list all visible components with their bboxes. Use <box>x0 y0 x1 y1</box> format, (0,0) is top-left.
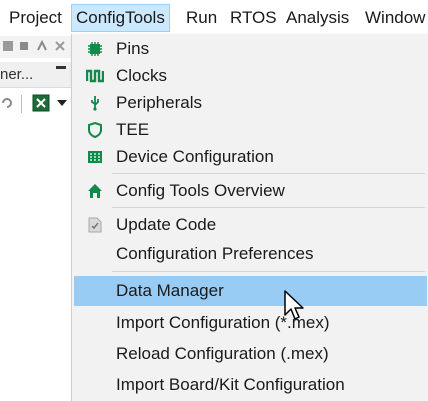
menu-separator <box>112 173 425 174</box>
chevron-down-icon[interactable] <box>57 100 67 106</box>
home-icon <box>86 182 104 200</box>
menu-item-reload-configuration[interactable]: Reload Configuration (.mex) <box>74 339 427 369</box>
mouse-pointer-icon <box>284 290 304 320</box>
background-panel-toolbar <box>0 92 72 118</box>
menu-project[interactable]: Project <box>9 4 62 32</box>
configtools-dropdown-menu: Pins Clocks Peripherals TEE Device Confi… <box>71 34 428 401</box>
toolbar-divider <box>21 95 22 113</box>
menu-item-import-configuration[interactable]: Import Configuration (*.mex) <box>74 308 427 338</box>
update-code-icon <box>86 216 104 234</box>
menu-item-label: Clocks <box>116 66 168 85</box>
menu-window[interactable]: Window <box>365 4 425 32</box>
menu-item-label: Config Tools Overview <box>116 181 285 200</box>
menu-item-label: Reload Configuration (.mex) <box>116 344 329 363</box>
menu-item-label: Configuration Preferences <box>116 244 314 263</box>
menu-item-tee[interactable]: TEE <box>74 115 427 145</box>
menu-item-label: Data Manager <box>116 281 224 300</box>
menu-item-label: Update Code <box>116 215 217 234</box>
menu-item-data-manager[interactable]: Data Manager <box>74 276 427 306</box>
menu-item-label: Import Board/Kit Configuration <box>116 375 345 394</box>
menu-item-update-code[interactable]: Update Code <box>74 210 427 240</box>
panel-title: ner... <box>0 66 34 83</box>
background-panel-body <box>0 118 72 401</box>
toolbar-disconnect-icon[interactable] <box>54 40 66 52</box>
menu-configtools[interactable]: ConfigTools <box>71 4 170 32</box>
device-configuration-icon <box>86 148 104 166</box>
refresh-icon[interactable] <box>0 96 14 110</box>
background-panel-header: ner... <box>0 62 72 88</box>
menu-rtos[interactable]: RTOS <box>230 4 277 32</box>
pins-icon <box>86 40 104 58</box>
menu-separator <box>112 271 425 272</box>
menu-item-device-configuration[interactable]: Device Configuration <box>74 142 427 172</box>
menu-run[interactable]: Run <box>186 4 217 32</box>
menu-analysis[interactable]: Analysis <box>286 4 349 32</box>
minimize-icon[interactable] <box>56 66 66 69</box>
background-toolbar <box>0 36 72 58</box>
menu-item-config-tools-overview[interactable]: Config Tools Overview <box>74 176 427 206</box>
clocks-icon <box>86 67 104 85</box>
menu-item-label: Pins <box>116 39 150 58</box>
toolbar-stop-icon[interactable] <box>2 40 14 52</box>
menu-item-label: TEE <box>116 120 150 139</box>
menu-separator <box>112 207 425 208</box>
menu-item-import-board-kit-configuration[interactable]: Import Board/Kit Configuration <box>74 370 427 400</box>
tee-shield-icon <box>86 121 104 139</box>
menu-item-label: Peripherals <box>116 93 202 112</box>
menu-item-configuration-preferences[interactable]: Configuration Preferences <box>74 239 427 269</box>
peripherals-icon <box>86 94 104 112</box>
menu-item-clocks[interactable]: Clocks <box>74 61 427 91</box>
menu-item-peripherals[interactable]: Peripherals <box>74 88 427 118</box>
toolbar-link-icon[interactable] <box>36 40 48 52</box>
menu-bar: Project ConfigTools Run RTOS Analysis Wi… <box>0 0 428 36</box>
menu-item-label: Device Configuration <box>116 147 274 166</box>
menu-item-pins[interactable]: Pins <box>74 34 427 64</box>
excel-export-icon[interactable] <box>32 94 50 112</box>
toolbar-stop-square-icon[interactable] <box>18 40 30 52</box>
